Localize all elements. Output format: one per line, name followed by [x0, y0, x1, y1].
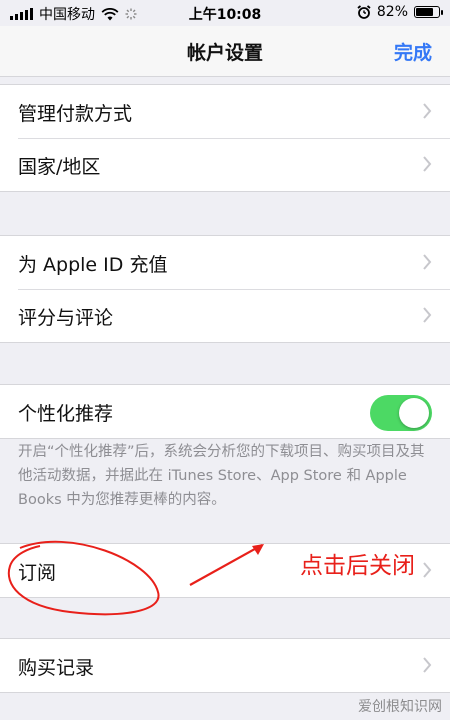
row-label: 购买记录	[18, 657, 95, 679]
row-label: 国家/地区	[18, 156, 101, 178]
battery-icon	[414, 6, 443, 18]
row-purchase-history[interactable]: 购买记录	[0, 639, 450, 692]
chevron-right-icon	[423, 657, 432, 673]
done-button[interactable]: 完成	[394, 38, 432, 65]
alarm-icon	[357, 5, 371, 19]
status-bar: 中国移动 上午10:08 82%	[0, 0, 450, 26]
watermark: 爱创根知识网	[358, 699, 442, 715]
settings-group-appleid: 为 Apple ID 充值 评分与评论	[0, 235, 450, 343]
page-title: 帐户设置	[186, 42, 263, 64]
row-ratings-reviews[interactable]: 评分与评论	[0, 289, 450, 342]
toggle-knob	[399, 398, 429, 428]
personalization-toggle[interactable]	[370, 395, 432, 431]
battery-percent: 82%	[376, 4, 408, 20]
row-label: 评分与评论	[18, 307, 114, 329]
row-add-funds[interactable]: 为 Apple ID 充值	[0, 236, 450, 289]
status-right: 82%	[357, 4, 443, 20]
annotation-text: 点击后关闭	[300, 553, 415, 579]
row-label: 管理付款方式	[18, 103, 133, 125]
chevron-right-icon	[423, 103, 432, 119]
row-personalized-recommendations: 个性化推荐	[0, 385, 450, 438]
chevron-right-icon	[423, 156, 432, 172]
settings-group-purchases: 购买记录	[0, 638, 450, 693]
chevron-right-icon	[423, 307, 432, 323]
row-label: 为 Apple ID 充值	[18, 254, 168, 276]
row-label: 订阅	[18, 562, 57, 584]
row-label: 个性化推荐	[18, 403, 114, 425]
row-manage-payment[interactable]: 管理付款方式	[0, 85, 450, 138]
chevron-right-icon	[423, 254, 432, 270]
navigation-bar: 帐户设置 完成	[0, 26, 450, 77]
chevron-right-icon	[423, 562, 432, 578]
settings-group-payment: 管理付款方式 国家/地区	[0, 84, 450, 192]
row-country-region[interactable]: 国家/地区	[0, 138, 450, 191]
personalization-footnote: 开启“个性化推荐”后，系统会分析您的下载项目、购买项目及其他活动数据，并据此在 …	[18, 444, 425, 508]
settings-group-personalization: 个性化推荐	[0, 384, 450, 439]
